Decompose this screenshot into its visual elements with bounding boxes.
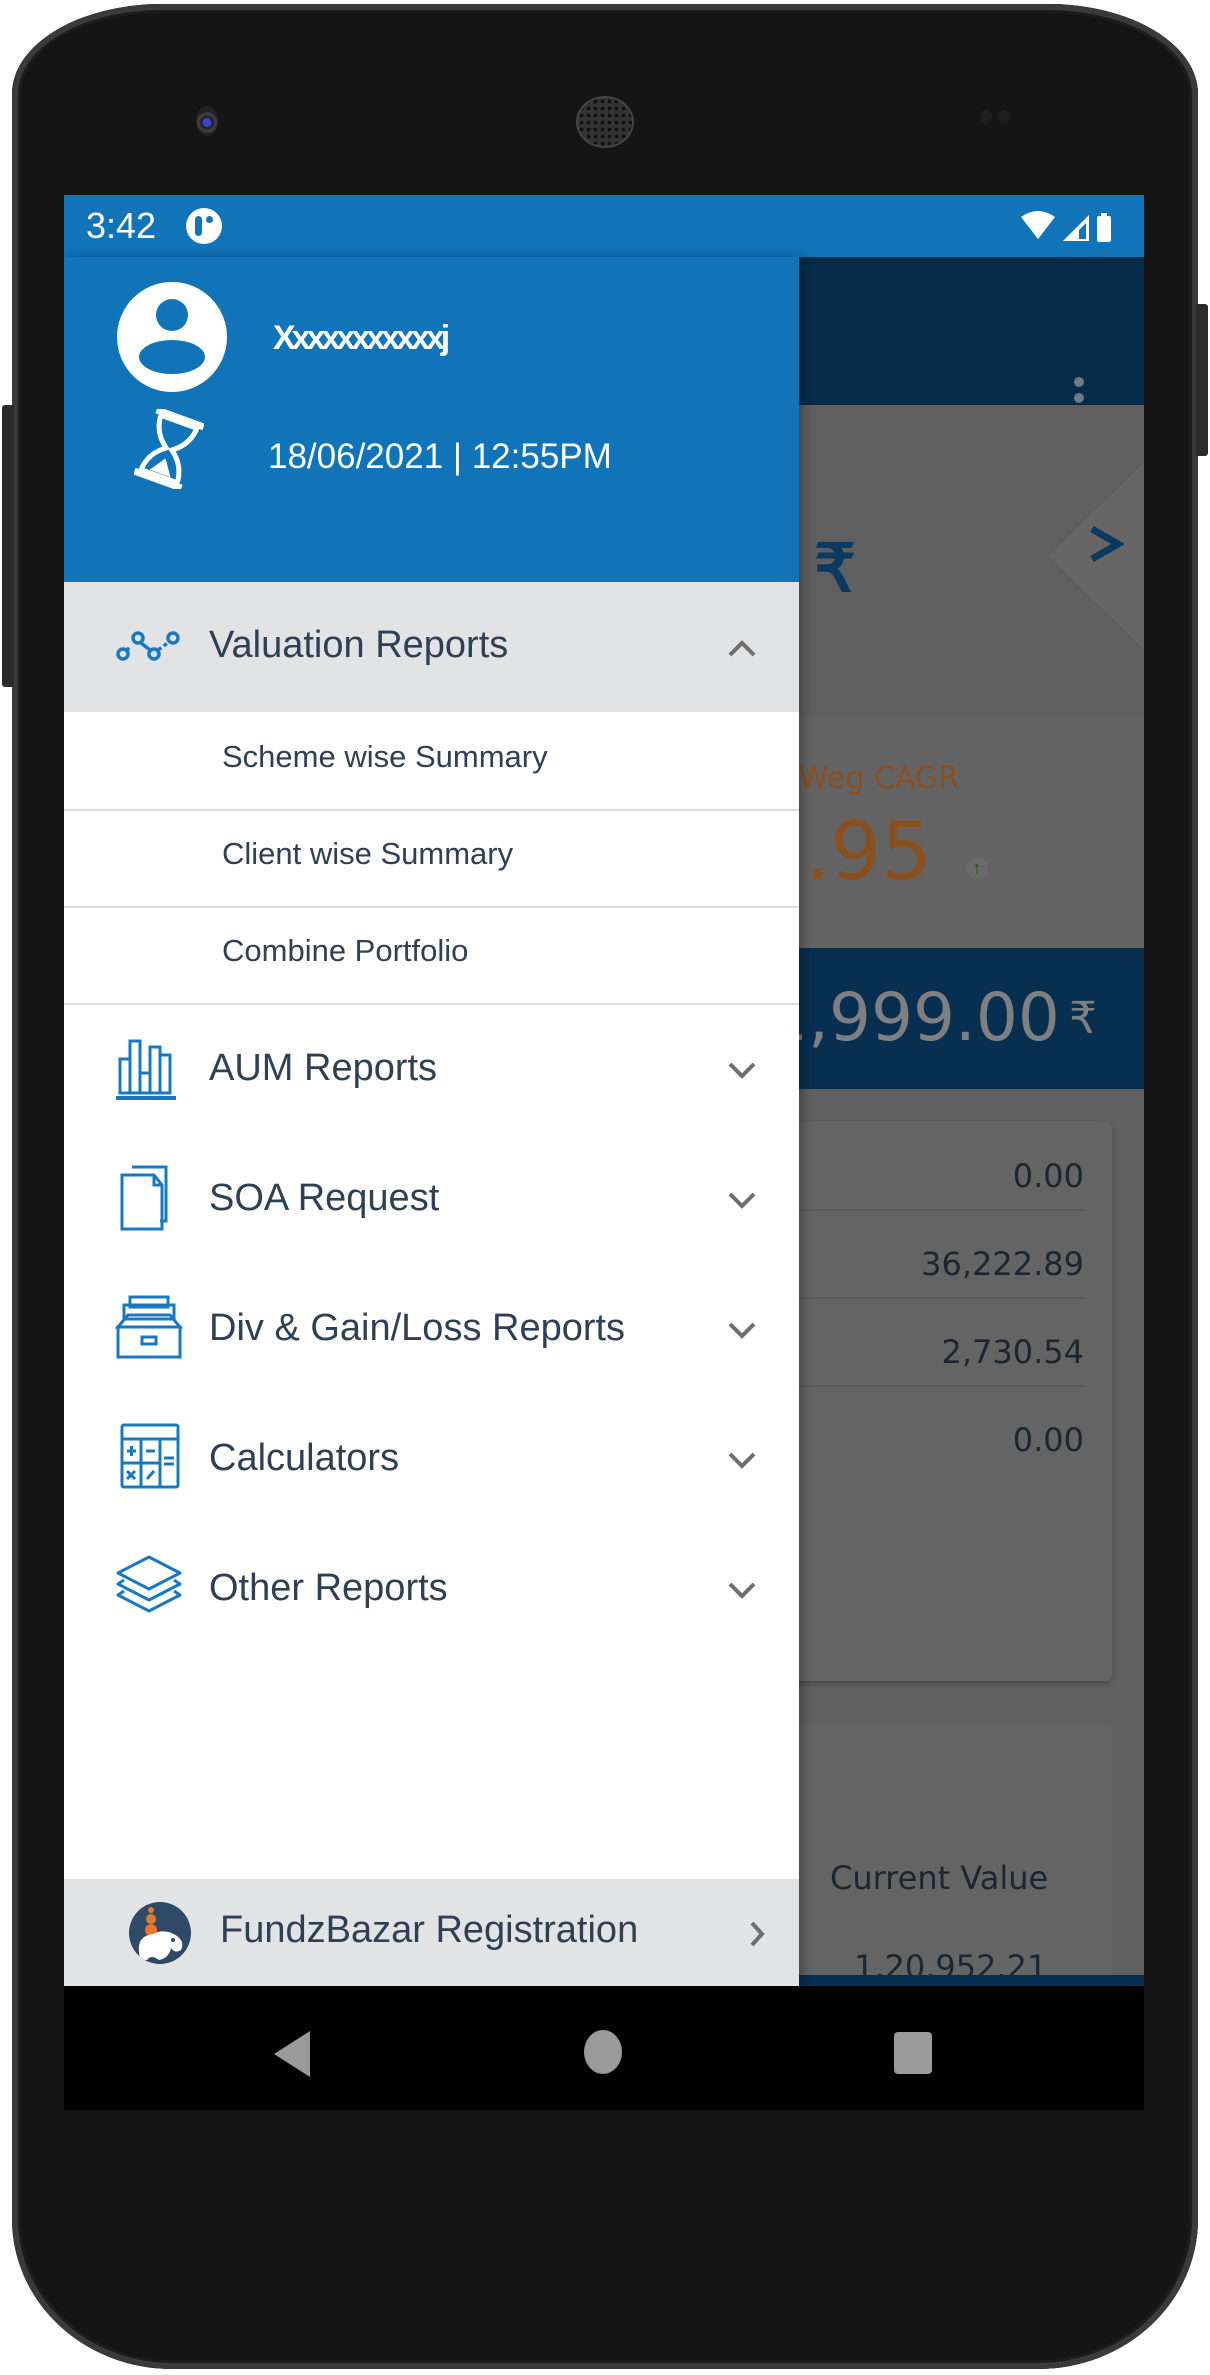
menu-div-gain-loss-reports[interactable]: Div & Gain/Loss Reports: [64, 1265, 799, 1395]
menu-other-reports[interactable]: Other Reports: [64, 1525, 799, 1655]
wifi-icon: [1021, 211, 1055, 239]
menu-label: Div & Gain/Loss Reports: [209, 1307, 626, 1349]
submenu-scheme-wise-summary[interactable]: Scheme wise Summary: [64, 712, 799, 811]
recents-icon[interactable]: [894, 2032, 932, 2074]
status-icons: [1021, 211, 1111, 242]
fundzbazar-registration-button[interactable]: FundzBazar Registration: [64, 1879, 799, 1986]
notification-app-icon: [186, 208, 222, 244]
menu-label: Other Reports: [209, 1567, 448, 1609]
device-screen: 3:42 ₹ Weg CAGR 1.95 ↑ 31,999.00 ₹ 0.00 …: [64, 195, 1144, 2110]
submenu-label: Client wise Summary: [222, 836, 514, 871]
line-chart-icon: [116, 631, 180, 661]
system-navigation-bar: [64, 1986, 1144, 2110]
status-time: 3:42: [86, 205, 157, 246]
card-value: 0.00: [1012, 1421, 1084, 1459]
submenu-client-wise-summary[interactable]: Client wise Summary: [64, 809, 799, 908]
menu-valuation-reports[interactable]: Valuation Reports: [64, 582, 799, 712]
chevron-down-icon[interactable]: [726, 1184, 758, 1216]
chevron-down-icon[interactable]: [726, 1314, 758, 1346]
menu-label: Valuation Reports: [209, 624, 509, 666]
arrow-up-icon: ↑: [966, 857, 988, 879]
bar-chart-icon: [116, 1039, 176, 1100]
current-value-label: Current Value: [830, 1859, 1049, 1897]
menu-label: AUM Reports: [209, 1047, 438, 1089]
documents-icon: [120, 1165, 168, 1231]
status-bar: 3:42: [64, 195, 1144, 257]
menu-label: Calculators: [209, 1437, 400, 1479]
chevron-up-icon[interactable]: [726, 631, 758, 663]
battery-icon: [1097, 213, 1111, 242]
rupee-icon: ₹: [1069, 993, 1097, 1044]
phone-power-button: [1196, 304, 1208, 456]
chevron-down-icon[interactable]: [726, 1444, 758, 1476]
fundzbazar-logo: [129, 1902, 191, 1964]
menu-aum-reports[interactable]: AUM Reports: [64, 1005, 799, 1135]
layers-icon: [116, 1555, 182, 1613]
archive-tray-icon: [114, 1295, 184, 1359]
proximity-sensor: [980, 110, 1020, 128]
front-camera: [196, 106, 218, 136]
last-login-datetime: 18/06/2021 | 12:55PM: [268, 437, 612, 476]
submenu-label: Combine Portfolio: [222, 933, 469, 968]
avatar-icon[interactable]: [117, 282, 227, 392]
signal-icon: [1063, 215, 1089, 241]
user-name: Xxxxxxxxxxxj: [273, 319, 450, 357]
hourglass-icon: [134, 409, 204, 489]
drawer-header: Xxxxxxxxxxxj 18/06/2021 | 12:55PM: [64, 257, 799, 582]
earpiece-speaker: [578, 98, 632, 146]
home-icon[interactable]: [584, 2030, 622, 2074]
cagr-label: Weg CAGR: [799, 761, 959, 796]
card-value: 2,730.54: [941, 1333, 1085, 1371]
card-value: 0.00: [1012, 1157, 1084, 1195]
back-icon[interactable]: [274, 2031, 310, 2077]
phone-side-button-left: [2, 405, 14, 687]
submenu-combine-portfolio[interactable]: Combine Portfolio: [64, 906, 799, 1005]
fundzbazar-label: FundzBazar Registration: [220, 1909, 639, 1951]
menu-calculators[interactable]: Calculators: [64, 1395, 799, 1525]
submenu-label: Scheme wise Summary: [222, 739, 548, 774]
chevron-right-icon[interactable]: [1086, 525, 1124, 563]
card-value: 36,222.89: [921, 1245, 1084, 1283]
navigation-drawer: Xxxxxxxxxxxj 18/06/2021 | 12:55PM Valuat…: [64, 257, 799, 1986]
menu-label: SOA Request: [209, 1177, 440, 1219]
calculator-icon: [120, 1423, 180, 1489]
chevron-down-icon[interactable]: [726, 1054, 758, 1086]
menu-soa-request[interactable]: SOA Request: [64, 1135, 799, 1265]
chevron-down-icon[interactable]: [726, 1574, 758, 1606]
rupee-icon: ₹: [814, 531, 856, 605]
chevron-right-icon: [750, 1921, 765, 1947]
